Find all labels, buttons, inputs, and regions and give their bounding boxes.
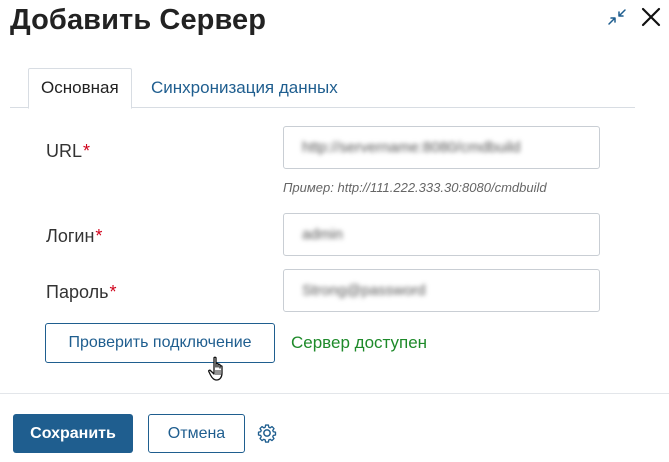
login-input-value: admin [302, 226, 343, 243]
url-required-mark: * [83, 141, 91, 161]
save-button[interactable]: Сохранить [13, 414, 133, 453]
password-required-mark: * [109, 282, 117, 302]
password-label-text: Пароль [46, 282, 109, 302]
login-label: Логин* [46, 226, 102, 247]
gear-icon[interactable] [257, 423, 277, 448]
close-icon[interactable] [640, 6, 662, 33]
password-input[interactable]: Strong@password [283, 269, 600, 312]
login-required-mark: * [95, 226, 103, 246]
login-input[interactable]: admin [283, 213, 600, 256]
password-input-value: Strong@password [302, 282, 426, 299]
dialog-title: Добавить Сервер [10, 4, 267, 36]
tab-main[interactable]: Основная [28, 68, 132, 109]
url-input[interactable]: http://servername:8080/cmdbuild [283, 126, 600, 169]
hand-pointer-icon [207, 356, 229, 387]
collapse-icon[interactable] [607, 8, 627, 31]
login-label-text: Логин [46, 226, 95, 246]
check-connection-button[interactable]: Проверить подключение [45, 323, 275, 363]
password-label: Пароль* [46, 282, 116, 303]
url-label-text: URL [46, 141, 83, 161]
connection-status: Сервер доступен [291, 333, 428, 352]
footer-divider [0, 393, 669, 394]
url-hint: Пример: http://111.222.333.30:8080/cmdbu… [283, 180, 547, 195]
url-input-value: http://servername:8080/cmdbuild [302, 139, 521, 156]
cancel-button[interactable]: Отмена [148, 414, 245, 453]
tab-bar: Основная Синхронизация данных [10, 68, 635, 109]
tab-data-sync[interactable]: Синхронизация данных [138, 68, 351, 108]
url-label: URL* [46, 141, 90, 162]
